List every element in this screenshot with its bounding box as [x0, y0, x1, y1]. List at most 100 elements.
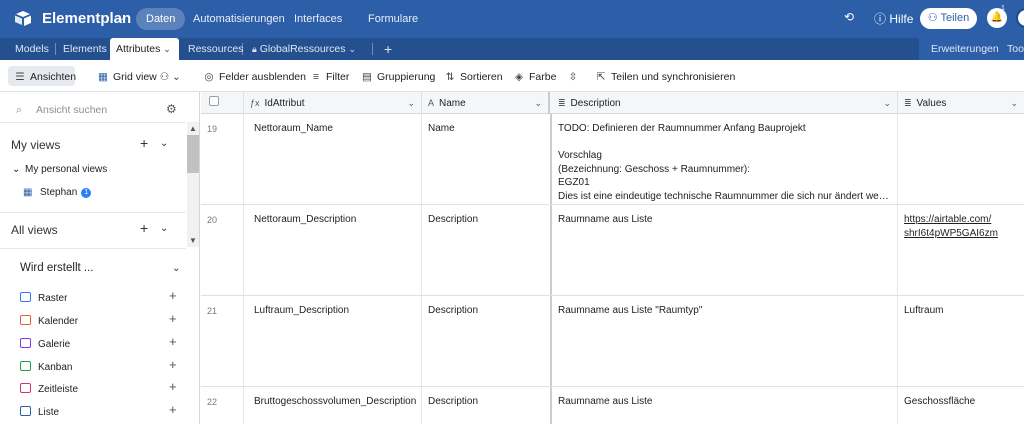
nav-automations[interactable]: Automatisierungen	[183, 8, 295, 30]
tab-elements[interactable]: Elements	[57, 38, 113, 60]
chevron-down-icon[interactable]: ⌄	[883, 92, 891, 114]
view-switcher[interactable]: ▦ Grid view ⚇ ⌄	[96, 68, 181, 86]
add-plus-icon[interactable]: +	[169, 402, 177, 417]
filter-button[interactable]: ≡ Filter	[309, 68, 349, 86]
views-toggle[interactable]: ☰ Ansichten	[13, 68, 76, 86]
avatar[interactable]	[1016, 8, 1024, 28]
add-plus-icon[interactable]: +	[169, 311, 177, 326]
cell-idattribut[interactable]: Luftraum_Description	[244, 296, 422, 386]
cell-description[interactable]: Raumname aus Liste "Raumtyp"	[552, 296, 898, 386]
table-row[interactable]: 21 Luftraum_Description Description Raum…	[201, 296, 1024, 387]
cell-description[interactable]: Raumname aus Liste	[552, 205, 898, 295]
divider	[0, 212, 186, 213]
column-header-name[interactable]: A Name ⌄	[422, 92, 550, 114]
sidebar-scroll-thumb[interactable]	[187, 135, 199, 173]
cell-name[interactable]: Description	[422, 387, 552, 424]
create-list-view[interactable]: Liste	[20, 406, 59, 418]
create-grid-view[interactable]: Raster	[20, 292, 67, 304]
select-all-checkbox[interactable]	[209, 96, 219, 106]
share-sync-button[interactable]: ⇱ Teilen und synchronisieren	[594, 68, 736, 86]
all-views-heading[interactable]: All views	[11, 223, 58, 237]
cell-name[interactable]: Description	[422, 296, 552, 386]
filter-icon: ≡	[312, 71, 320, 83]
cell-idattribut[interactable]: Nettoraum_Name	[244, 114, 422, 204]
chevron-down-icon[interactable]: ⌄	[160, 138, 168, 149]
tab-ressources[interactable]: Ressources	[182, 38, 249, 60]
nav-data[interactable]: Daten	[136, 8, 186, 30]
views-label: Ansichten	[30, 71, 77, 83]
cell-description[interactable]: TODO: Definieren der Raumnummer Anfang B…	[552, 114, 898, 204]
history-icon[interactable]: ⟲	[844, 10, 854, 24]
nav-forms[interactable]: Formulare	[358, 8, 428, 30]
gear-icon[interactable]: ⚙	[166, 102, 177, 116]
tools-button[interactable]: Tools	[1001, 38, 1024, 60]
add-plus-icon[interactable]: +	[169, 379, 177, 394]
select-all-cell[interactable]	[201, 92, 244, 114]
create-item-label: Zeitleiste	[38, 384, 79, 395]
view-search-input[interactable]: Ansicht suchen	[36, 104, 107, 116]
column-header-values[interactable]: ≣ Values ⌄	[898, 92, 1024, 114]
grid-view-icon: ▦	[98, 71, 108, 83]
chevron-down-icon[interactable]: ⌄	[1010, 92, 1018, 114]
create-gallery-view[interactable]: Galerie	[20, 338, 70, 350]
create-timeline-view[interactable]: Zeitleiste	[20, 383, 78, 395]
tab-divider	[242, 43, 243, 55]
cell-values[interactable]: Luftraum	[898, 296, 1024, 386]
add-plus-icon[interactable]: +	[169, 334, 177, 349]
formula-icon: ƒx	[250, 98, 260, 108]
values-link[interactable]: https://airtable.com/	[904, 213, 1018, 227]
tab-attributes[interactable]: Attributes ⌄	[110, 38, 179, 60]
cell-values[interactable]: Geschossfläche	[898, 387, 1024, 424]
chevron-down-icon[interactable]: ⌄	[160, 223, 168, 234]
column-header-description[interactable]: ≣ Description ⌄	[552, 92, 898, 114]
help-button[interactable]: ⓘ Hilfe	[874, 10, 913, 27]
values-link[interactable]: shrI6t4pWP5GAI6zm	[904, 227, 1018, 241]
share-button[interactable]: ⚇ Teilen	[920, 8, 977, 29]
create-view-heading[interactable]: Wird erstellt ...	[20, 262, 93, 274]
cell-idattribut[interactable]: Nettoraum_Description	[244, 205, 422, 295]
add-plus-icon[interactable]: +	[169, 357, 177, 372]
cell-idattribut[interactable]: Bruttogeschossvolumen_Description	[244, 387, 422, 424]
my-personal-views-label[interactable]: My personal views	[25, 164, 107, 175]
cell-name[interactable]: Description	[422, 205, 552, 295]
table-row[interactable]: 19 Nettoraum_Name Name TODO: Definieren …	[201, 114, 1024, 205]
sort-button[interactable]: ⇅ Sortieren	[443, 68, 503, 86]
create-kanban-view[interactable]: Kanban	[20, 361, 72, 373]
color-button[interactable]: ◈ Farbe	[512, 68, 556, 86]
add-view-plus-icon[interactable]: +	[140, 135, 148, 151]
tab-chevron-down-icon[interactable]: ⌄	[348, 44, 356, 54]
chevron-down-icon[interactable]: ⌄	[407, 92, 415, 114]
view-item-stephan[interactable]: Stephan 1	[40, 187, 92, 198]
row-height-button[interactable]: ⇳	[566, 68, 583, 86]
my-views-heading[interactable]: My views	[11, 138, 60, 152]
cell-values[interactable]: https://airtable.com/ shrI6t4pWP5GAI6zm	[898, 205, 1024, 295]
sort-label: Sortieren	[460, 71, 503, 83]
app-menu-chevron-icon[interactable]: ⌄	[116, 11, 125, 24]
table-row[interactable]: 22 Bruttogeschossvolumen_Description Des…	[201, 387, 1024, 424]
group-button[interactable]: ▤ Gruppierung	[360, 68, 435, 86]
chevron-down-icon[interactable]: ⌄	[172, 263, 180, 274]
column-header-idattribut[interactable]: ƒx IdAttribut ⌄	[244, 92, 422, 114]
tab-chevron-down-icon[interactable]: ⌄	[163, 44, 171, 54]
scroll-up-icon[interactable]: ▲	[189, 124, 197, 133]
cell-description[interactable]: Raumname aus Liste	[552, 387, 898, 424]
create-calendar-view[interactable]: Kalender	[20, 315, 78, 327]
description-line: Vorschlag	[558, 150, 602, 161]
people-icon: ⚇	[927, 12, 938, 24]
hide-fields-button[interactable]: ◎ Felder ausblenden	[202, 68, 306, 86]
table-row[interactable]: 20 Nettoraum_Description Description Rau…	[201, 205, 1024, 296]
nav-interfaces[interactable]: Interfaces	[284, 8, 352, 30]
collapse-chevron-icon[interactable]: ⌄	[12, 164, 20, 175]
extensions-button[interactable]: Erweiterungen	[925, 38, 1005, 60]
airtable-logo-icon[interactable]	[14, 10, 32, 26]
cell-name[interactable]: Name	[422, 114, 552, 204]
chevron-down-icon[interactable]: ⌄	[534, 92, 542, 114]
tab-models[interactable]: Models	[9, 38, 55, 60]
add-plus-icon[interactable]: +	[169, 288, 177, 303]
scroll-down-icon[interactable]: ▼	[189, 236, 197, 245]
add-table-plus-icon[interactable]: +	[378, 38, 398, 60]
tab-globalressources[interactable]: 🔒︎ GlobalRessources ⌄	[246, 38, 362, 60]
add-view-plus-icon[interactable]: +	[140, 220, 148, 236]
chevron-down-icon: ⌄	[172, 71, 181, 83]
cell-values[interactable]	[898, 114, 1024, 204]
